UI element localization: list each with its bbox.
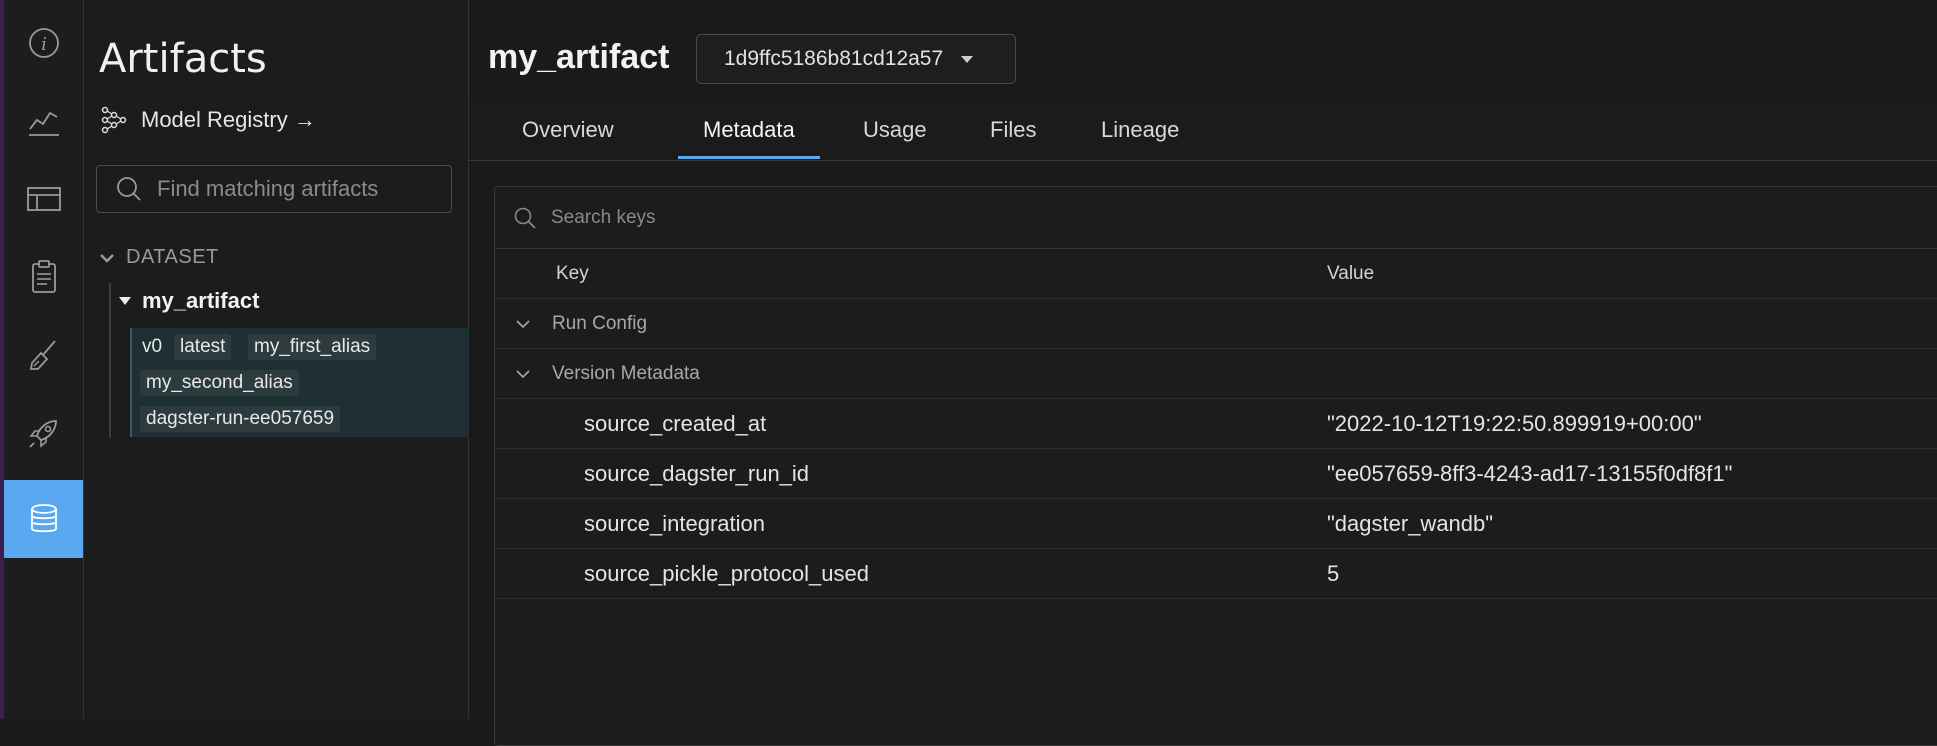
artifact-title: my_artifact <box>488 38 670 76</box>
chevron-down-icon <box>516 320 530 329</box>
section-label: Version Metadata <box>552 363 700 384</box>
rocket-icon <box>28 420 57 448</box>
tab-bar: Overview Metadata Usage Files Lineage <box>469 100 1937 161</box>
artifact-header: my_artifact 1d9ffc5186b81cd12a57 <box>469 0 1937 100</box>
artifact-search-input[interactable] <box>155 175 439 203</box>
section-label: Run Config <box>552 313 648 334</box>
tab-overview[interactable]: Overview <box>497 114 639 159</box>
chevron-down-icon <box>100 253 114 263</box>
table-row: source_integration "dagster_wandb" <box>495 499 1937 549</box>
caret-down-icon <box>961 55 974 63</box>
tab-metadata[interactable]: Metadata <box>678 114 820 159</box>
metadata-key: source_dagster_run_id <box>584 461 810 486</box>
table-header: Key Value <box>495 249 1937 299</box>
rail-item-sweeps[interactable] <box>4 316 83 394</box>
metadata-search-box <box>495 187 1937 249</box>
rail-item-overview[interactable]: i <box>4 4 83 82</box>
tab-files[interactable]: Files <box>965 114 1061 159</box>
table-row: source_dagster_run_id "ee057659-8ff3-424… <box>495 449 1937 499</box>
metadata-card: Key Value Run Config Version Metadata so… <box>494 186 1937 746</box>
model-registry-link[interactable]: Model Registry → <box>99 104 316 136</box>
metadata-key: source_pickle_protocol_used <box>584 561 869 586</box>
caret-down-icon <box>119 297 131 305</box>
metadata-value: "ee057659-8ff3-4243-ad17-13155f0df8f1" <box>1327 461 1733 486</box>
icon-rail: i <box>4 0 84 719</box>
artifact-node[interactable]: my_artifact <box>118 288 259 314</box>
panel-title: Artifacts <box>99 36 267 82</box>
table-row: source_pickle_protocol_used 5 <box>495 549 1937 599</box>
alias-tag: my_second_alias <box>140 370 299 396</box>
rail-item-reports[interactable] <box>4 238 83 316</box>
search-icon <box>117 177 141 201</box>
metadata-value: 5 <box>1327 561 1340 586</box>
registry-icon <box>101 106 127 134</box>
brush-icon <box>29 340 56 370</box>
alias-tag: latest <box>174 334 232 360</box>
info-icon: i <box>28 28 59 58</box>
table-row: source_created_at "2022-10-12T19:22:50.8… <box>495 399 1937 449</box>
svg-text:i: i <box>41 34 47 55</box>
metadata-key: source_created_at <box>584 411 767 436</box>
metadata-value: "dagster_wandb" <box>1327 511 1494 536</box>
rail-item-artifacts[interactable] <box>4 480 83 558</box>
search-icon <box>514 207 536 229</box>
rail-item-launch[interactable] <box>4 394 83 472</box>
version-label: v0 <box>142 336 163 357</box>
model-registry-label: Model Registry → <box>141 107 316 132</box>
alias-tag: my_first_alias <box>248 334 377 360</box>
database-icon <box>30 504 57 533</box>
chart-icon <box>28 111 59 136</box>
rail-item-charts[interactable] <box>4 82 83 160</box>
section-run-config[interactable]: Run Config <box>495 299 1937 349</box>
version-hash: 1d9ffc5186b81cd12a57 <box>724 47 944 70</box>
alias-tag: dagster-run-ee057659 <box>140 406 341 432</box>
artifacts-panel: Artifacts Model Registry → DATASET my_ar… <box>84 0 469 719</box>
chevron-down-icon <box>516 370 530 379</box>
column-header-key: Key <box>556 263 589 284</box>
artifact-search-box <box>96 165 452 213</box>
clipboard-icon <box>31 260 56 293</box>
section-version-metadata[interactable]: Version Metadata <box>495 349 1937 399</box>
tree-line <box>109 283 111 438</box>
rail-item-tables[interactable] <box>4 160 83 238</box>
metadata-value: "2022-10-12T19:22:50.899919+00:00" <box>1327 411 1702 436</box>
group-label: DATASET <box>126 246 219 268</box>
version-dropdown[interactable]: 1d9ffc5186b81cd12a57 <box>696 34 1016 84</box>
artifact-node-label: my_artifact <box>142 288 260 313</box>
metadata-key: source_integration <box>584 511 766 536</box>
group-dataset[interactable]: DATASET <box>100 246 219 269</box>
tab-lineage[interactable]: Lineage <box>1076 114 1204 159</box>
metadata-search-input[interactable] <box>549 205 1053 230</box>
tab-usage[interactable]: Usage <box>838 114 952 159</box>
version-item[interactable]: v0 latest my_first_alias my_second_alias… <box>130 328 469 437</box>
table-icon <box>26 187 61 211</box>
column-header-value: Value <box>1327 263 1375 284</box>
